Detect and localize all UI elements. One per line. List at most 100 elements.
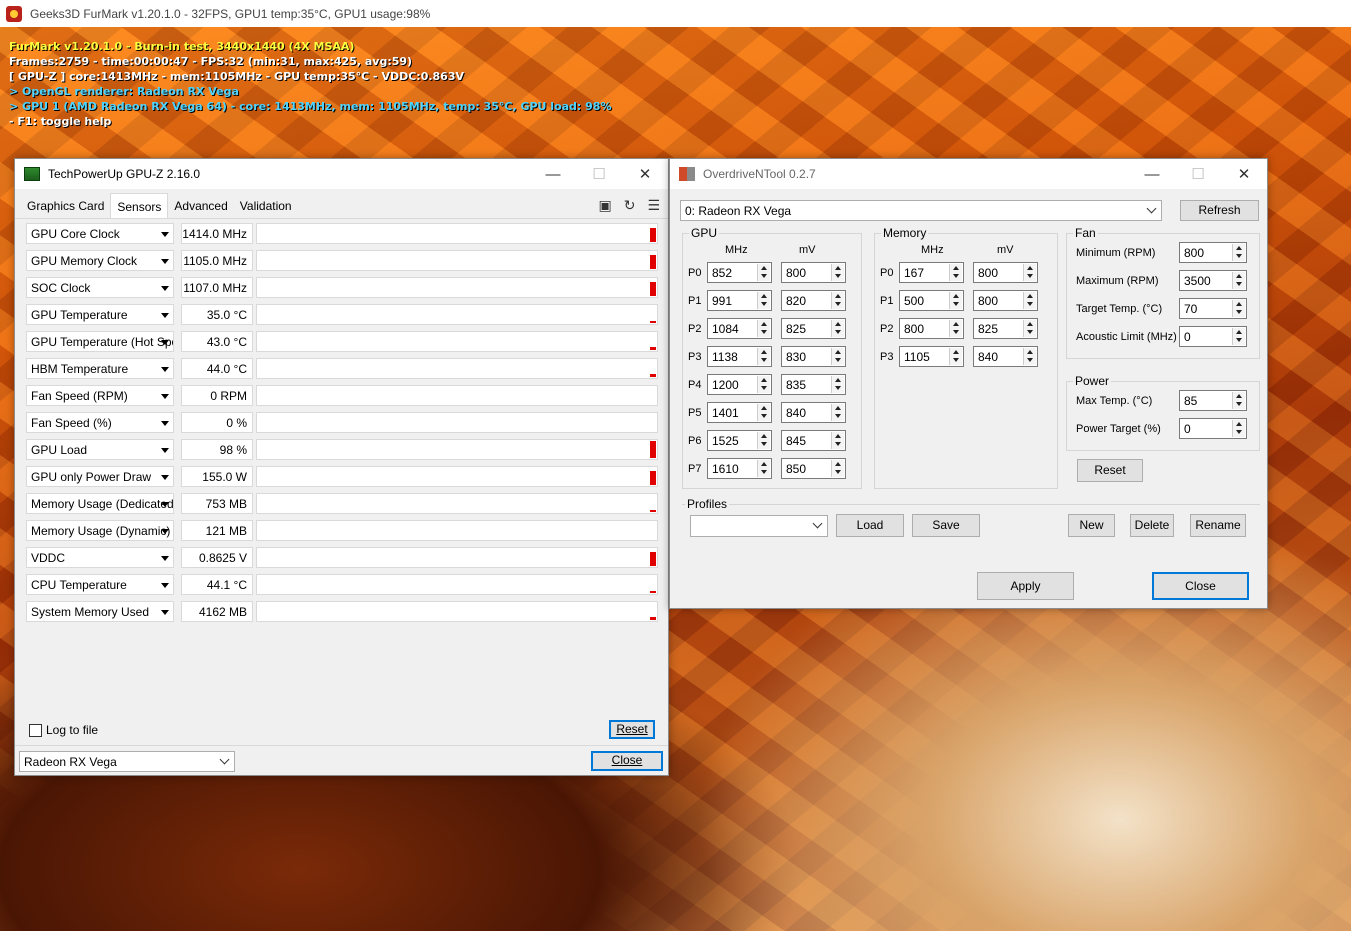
pstate-mhz-input[interactable]: 1105 <box>899 346 964 367</box>
sensor-name-select[interactable]: CPU Temperature <box>26 574 174 595</box>
spin-arrows-icon[interactable] <box>1232 420 1245 437</box>
sensor-name-select[interactable]: GPU Memory Clock <box>26 250 174 271</box>
sensor-name-select[interactable]: GPU Load <box>26 439 174 460</box>
pstate-mv-input[interactable]: 850 <box>781 458 846 479</box>
pstate-mhz-input[interactable]: 500 <box>899 290 964 311</box>
odnt-gpu-select[interactable]: 0: Radeon RX Vega <box>680 200 1162 221</box>
menu-icon[interactable]: ☰ <box>647 197 660 214</box>
apply-button[interactable]: Apply <box>977 572 1074 600</box>
pstate-mhz-input[interactable]: 1525 <box>707 430 772 451</box>
profile-select[interactable] <box>690 515 828 537</box>
sensor-name-select[interactable]: HBM Temperature <box>26 358 174 379</box>
pstate-mv-input[interactable]: 840 <box>781 402 846 423</box>
sensor-name-select[interactable]: GPU Temperature <box>26 304 174 325</box>
spin-arrows-icon[interactable] <box>757 348 770 365</box>
gpuz-titlebar[interactable]: TechPowerUp GPU-Z 2.16.0 — ☐ ✕ <box>15 159 668 189</box>
pstate-mv-input[interactable]: 820 <box>781 290 846 311</box>
pstate-mhz-input[interactable]: 800 <box>899 318 964 339</box>
spin-arrows-icon[interactable] <box>831 376 844 393</box>
odnt-close-button[interactable]: Close <box>1152 572 1249 600</box>
spin-arrows-icon[interactable] <box>1232 244 1245 261</box>
load-button[interactable]: Load <box>836 514 904 537</box>
sensor-name-select[interactable]: System Memory Used <box>26 601 174 622</box>
sensor-name-select[interactable]: SOC Clock <box>26 277 174 298</box>
spin-arrows-icon[interactable] <box>1023 292 1036 309</box>
spin-arrows-icon[interactable] <box>1023 264 1036 281</box>
pstate-mv-input[interactable]: 830 <box>781 346 846 367</box>
pstate-mhz-input[interactable]: 1401 <box>707 402 772 423</box>
spin-arrows-icon[interactable] <box>949 320 962 337</box>
spin-arrows-icon[interactable] <box>949 264 962 281</box>
delete-profile-button[interactable]: Delete <box>1130 514 1174 537</box>
minimize-icon[interactable]: — <box>1129 159 1175 189</box>
pstate-mhz-input[interactable]: 852 <box>707 262 772 283</box>
pstate-mv-input[interactable]: 835 <box>781 374 846 395</box>
pstate-mhz-input[interactable]: 991 <box>707 290 772 311</box>
log-to-file-checkbox[interactable] <box>29 723 42 737</box>
tab-sensors[interactable]: Sensors <box>110 193 169 218</box>
spin-arrows-icon[interactable] <box>757 432 770 449</box>
pstate-mv-input[interactable]: 825 <box>781 318 846 339</box>
spin-arrows-icon[interactable] <box>1232 300 1245 317</box>
spin-arrows-icon[interactable] <box>757 320 770 337</box>
sensor-name-select[interactable]: Memory Usage (Dedicated) <box>26 493 174 514</box>
sensor-name-select[interactable]: Fan Speed (%) <box>26 412 174 433</box>
pstate-mv-input[interactable]: 800 <box>973 290 1038 311</box>
spin-arrows-icon[interactable] <box>1232 392 1245 409</box>
field-input[interactable]: 3500 <box>1179 270 1247 291</box>
field-input[interactable]: 0 <box>1179 418 1247 439</box>
save-button[interactable]: Save <box>912 514 980 537</box>
pstate-mv-input[interactable]: 845 <box>781 430 846 451</box>
spin-arrows-icon[interactable] <box>831 264 844 281</box>
pstate-mhz-input[interactable]: 1084 <box>707 318 772 339</box>
spin-arrows-icon[interactable] <box>949 292 962 309</box>
pstate-mv-input[interactable]: 840 <box>973 346 1038 367</box>
pstate-mhz-input[interactable]: 1138 <box>707 346 772 367</box>
spin-arrows-icon[interactable] <box>757 460 770 477</box>
odnt-titlebar[interactable]: OverdriveNTool 0.2.7 — ☐ ✕ <box>670 159 1267 189</box>
new-profile-button[interactable]: New <box>1068 514 1115 537</box>
sensor-name-select[interactable]: VDDC <box>26 547 174 568</box>
field-input[interactable]: 800 <box>1179 242 1247 263</box>
field-input[interactable]: 70 <box>1179 298 1247 319</box>
log-to-file[interactable]: Log to file <box>29 723 98 737</box>
sensor-name-select[interactable]: GPU Core Clock <box>26 223 174 244</box>
field-input[interactable]: 85 <box>1179 390 1247 411</box>
spin-arrows-icon[interactable] <box>757 292 770 309</box>
camera-icon[interactable]: ▣ <box>598 197 611 214</box>
sensor-name-select[interactable]: Memory Usage (Dynamic) <box>26 520 174 541</box>
spin-arrows-icon[interactable] <box>831 432 844 449</box>
refresh-button[interactable]: Refresh <box>1180 200 1259 221</box>
pstate-mhz-input[interactable]: 1610 <box>707 458 772 479</box>
spin-arrows-icon[interactable] <box>757 264 770 281</box>
spin-arrows-icon[interactable] <box>831 460 844 477</box>
spin-arrows-icon[interactable] <box>1232 328 1245 345</box>
sensor-name-select[interactable]: Fan Speed (RPM) <box>26 385 174 406</box>
spin-arrows-icon[interactable] <box>1023 320 1036 337</box>
spin-arrows-icon[interactable] <box>831 292 844 309</box>
spin-arrows-icon[interactable] <box>949 348 962 365</box>
spin-arrows-icon[interactable] <box>831 348 844 365</box>
tab-validation[interactable]: Validation <box>234 195 298 218</box>
pstate-mv-input[interactable]: 800 <box>973 262 1038 283</box>
pstate-mv-input[interactable]: 825 <box>973 318 1038 339</box>
spin-arrows-icon[interactable] <box>757 376 770 393</box>
tab-advanced[interactable]: Advanced <box>168 195 233 218</box>
spin-arrows-icon[interactable] <box>831 320 844 337</box>
furmark-titlebar[interactable]: Geeks3D FurMark v1.20.1.0 - 32FPS, GPU1 … <box>0 0 1351 27</box>
pstate-mhz-input[interactable]: 167 <box>899 262 964 283</box>
sensor-name-select[interactable]: GPU Temperature (Hot Spot) <box>26 331 174 352</box>
pstate-mhz-input[interactable]: 1200 <box>707 374 772 395</box>
spin-arrows-icon[interactable] <box>1023 348 1036 365</box>
tab-graphics-card[interactable]: Graphics Card <box>21 195 110 218</box>
odnt-reset-button[interactable]: Reset <box>1077 459 1143 482</box>
close-icon[interactable]: ✕ <box>622 159 668 189</box>
spin-arrows-icon[interactable] <box>757 404 770 421</box>
minimize-icon[interactable]: — <box>530 159 576 189</box>
spin-arrows-icon[interactable] <box>831 404 844 421</box>
field-input[interactable]: 0 <box>1179 326 1247 347</box>
sensors-reset-button[interactable]: Reset <box>609 720 655 739</box>
close-icon[interactable]: ✕ <box>1221 159 1267 189</box>
gpuz-close-button[interactable]: Close <box>591 751 663 771</box>
sensor-name-select[interactable]: GPU only Power Draw <box>26 466 174 487</box>
